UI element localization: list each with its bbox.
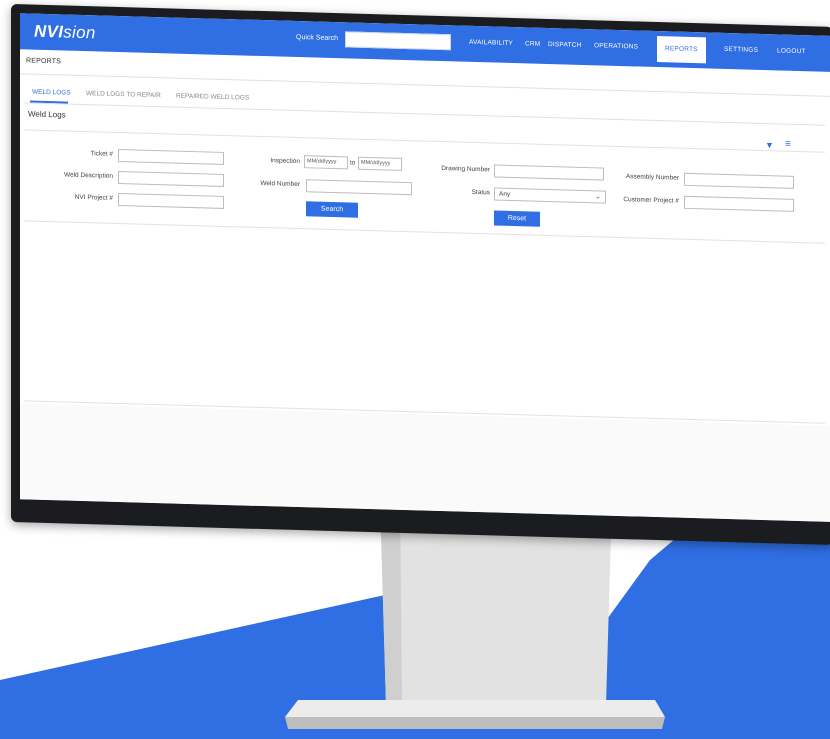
tabs-divider — [24, 102, 825, 126]
results-area — [24, 223, 825, 424]
app-logo[interactable]: NVIsion — [34, 22, 96, 44]
quick-search-input[interactable] — [345, 31, 451, 51]
nav-item-settings[interactable]: SETTINGS — [724, 46, 758, 54]
section-title: Weld Logs — [28, 109, 66, 120]
nav-item-crm[interactable]: CRM — [525, 40, 540, 47]
inspection-from-input[interactable]: MM/dd/yyyy — [304, 155, 348, 170]
nav-item-logout[interactable]: LOGOUT — [777, 47, 806, 55]
nav-item-dispatch[interactable]: DISPATCH — [548, 41, 582, 49]
stand-base-top — [285, 700, 665, 717]
menu-icon[interactable]: ≡ — [785, 139, 791, 150]
nav-item-reports[interactable]: REPORTS — [657, 36, 706, 64]
tab-weld-logs-to-repair[interactable]: WELD LOGS TO REPAIR — [86, 90, 161, 99]
stand-base-edge — [285, 717, 665, 729]
product-showcase: NVIsion Quick Search AVAILABILITY CRM DI… — [0, 0, 830, 739]
page-title: REPORTS — [26, 57, 62, 66]
reset-button[interactable]: Reset — [494, 210, 540, 227]
nav-item-availability[interactable]: AVAILABILITY — [469, 39, 513, 47]
filter-icon[interactable]: ▼ — [765, 140, 774, 150]
quick-search-label: Quick Search — [296, 33, 339, 43]
inspection-to-label: to — [350, 159, 356, 167]
status-label: Status — [471, 188, 490, 197]
tab-weld-logs[interactable]: WELD LOGS — [32, 89, 71, 97]
inspection-to-input[interactable]: MM/dd/yyyy — [358, 156, 402, 171]
weld-number-label: Weld Number — [260, 179, 300, 189]
search-button[interactable]: Search — [306, 201, 358, 218]
monitor-screen: NVIsion Quick Search AVAILABILITY CRM DI… — [20, 13, 830, 522]
nav-item-operations[interactable]: OPERATIONS — [594, 42, 638, 50]
tab-repaired-weld-logs[interactable]: REPAIRED WELD LOGS — [176, 93, 249, 102]
footer-area — [20, 403, 830, 522]
monitor-bezel: NVIsion Quick Search AVAILABILITY CRM DI… — [11, 4, 830, 545]
inspection-label: Inspection — [270, 157, 300, 166]
status-value: Any — [499, 190, 511, 198]
